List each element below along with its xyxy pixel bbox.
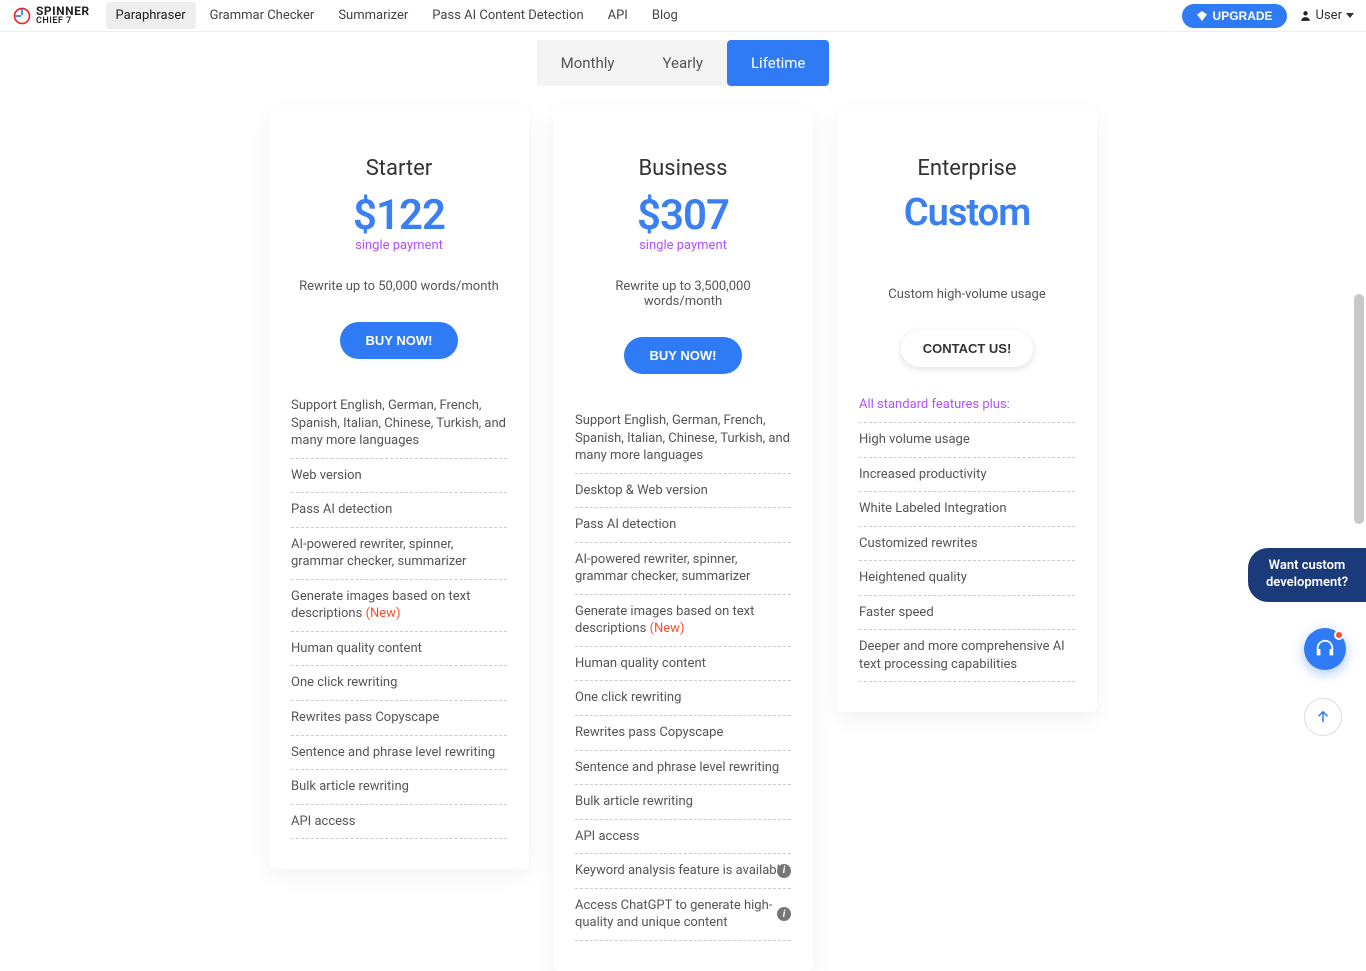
info-icon[interactable]: i (777, 907, 791, 921)
feature-item: Human quality content (291, 632, 507, 667)
nav-api[interactable]: API (598, 2, 638, 29)
feature-item: Pass AI detection (575, 508, 791, 543)
feature-item: Bulk article rewriting (575, 785, 791, 820)
tip-line1: Want custom (1266, 558, 1348, 575)
buy-button-starter[interactable]: BUY NOW! (340, 322, 459, 359)
billing-tabs: Monthly Yearly Lifetime (0, 40, 1366, 86)
contact-button[interactable]: CONTACT US! (901, 330, 1034, 367)
plan-tier: Enterprise (859, 156, 1075, 181)
feature-item: API access (575, 820, 791, 855)
scroll-top-button[interactable] (1304, 698, 1342, 736)
diamond-icon (1196, 10, 1208, 22)
chat-button[interactable] (1304, 628, 1346, 670)
user-icon (1299, 9, 1312, 22)
plan-period: single payment (575, 238, 791, 253)
feature-item: High volume usage (859, 423, 1075, 458)
brand-logo[interactable]: SPINNER CHIEF 7 (12, 5, 90, 26)
nav-grammar-checker[interactable]: Grammar Checker (200, 2, 325, 29)
buy-button-business[interactable]: BUY NOW! (624, 337, 743, 374)
chevron-down-icon (1346, 13, 1354, 18)
feature-item: AI-powered rewriter, spinner, grammar ch… (575, 543, 791, 595)
plan-tier: Business (575, 156, 791, 181)
feature-item: Access ChatGPT to generate high-quality … (575, 889, 791, 941)
tab-monthly[interactable]: Monthly (537, 40, 639, 86)
feature-item: Generate images based on text descriptio… (291, 580, 507, 632)
plus-label: All standard features plus: (859, 397, 1075, 423)
nav-summarizer[interactable]: Summarizer (328, 2, 418, 29)
nav-paraphraser[interactable]: Paraphraser (106, 2, 196, 29)
arrow-up-icon (1314, 708, 1332, 726)
user-menu[interactable]: User (1299, 8, 1354, 23)
pricing-row: Starter $122 single payment Rewrite up t… (0, 110, 1366, 971)
headset-icon (1314, 638, 1336, 660)
upgrade-label: UPGRADE (1213, 9, 1273, 23)
tab-yearly[interactable]: Yearly (638, 40, 726, 86)
feature-item: Increased productivity (859, 458, 1075, 493)
feature-item: Bulk article rewriting (291, 770, 507, 805)
feature-list-enterprise: High volume usage Increased productivity… (859, 423, 1075, 682)
feature-item: Rewrites pass Copyscape (575, 716, 791, 751)
feature-item: Faster speed (859, 596, 1075, 631)
plan-enterprise: Enterprise Custom Custom high-volume usa… (837, 110, 1097, 712)
scrollbar-thumb[interactable] (1354, 294, 1364, 524)
feature-item: Heightened quality (859, 561, 1075, 596)
feature-item: Rewrites pass Copyscape (291, 701, 507, 736)
tip-line2: development? (1266, 575, 1348, 592)
plan-period: single payment (291, 238, 507, 253)
info-icon[interactable]: i (777, 864, 791, 878)
brand-sub: CHIEF 7 (36, 17, 90, 26)
new-tag: (New) (366, 606, 401, 621)
user-label: User (1316, 8, 1342, 23)
content: Monthly Yearly Lifetime Starter $122 sin… (0, 32, 1366, 971)
plan-price: Custom (859, 191, 1075, 235)
feature-item: API access (291, 805, 507, 840)
custom-dev-tip[interactable]: Want custom development? (1248, 548, 1366, 602)
feature-item: Deeper and more comprehensive AI text pr… (859, 630, 1075, 682)
plan-limit: Custom high-volume usage (859, 287, 1075, 302)
feature-item: Generate images based on text descriptio… (575, 595, 791, 647)
feature-item: Human quality content (575, 647, 791, 682)
plan-tier: Starter (291, 156, 507, 181)
feature-item: Pass AI detection (291, 493, 507, 528)
feature-item: White Labeled Integration (859, 492, 1075, 527)
tab-lifetime[interactable]: Lifetime (727, 40, 829, 86)
feature-item: Keyword analysis feature is available i (575, 854, 791, 889)
feature-item: One click rewriting (291, 666, 507, 701)
plan-limit: Rewrite up to 50,000 words/month (291, 279, 507, 294)
plan-business: Business $307 single payment Rewrite up … (553, 110, 813, 971)
header-bar: SPINNER CHIEF 7 Paraphraser Grammar Chec… (0, 0, 1366, 32)
brand-icon (12, 6, 32, 26)
feature-list-business: Support English, German, French, Spanish… (575, 404, 791, 941)
nav-pass-ai[interactable]: Pass AI Content Detection (422, 2, 593, 29)
feature-item: Support English, German, French, Spanish… (575, 404, 791, 474)
feature-item: Customized rewrites (859, 527, 1075, 562)
notification-dot (1334, 630, 1344, 640)
feature-item: Desktop & Web version (575, 474, 791, 509)
upgrade-button[interactable]: UPGRADE (1182, 4, 1287, 28)
main-nav: Paraphraser Grammar Checker Summarizer P… (106, 2, 688, 29)
plan-price: $307 (575, 191, 791, 240)
plan-starter: Starter $122 single payment Rewrite up t… (269, 110, 529, 869)
feature-list-starter: Support English, German, French, Spanish… (291, 389, 507, 839)
feature-item: Sentence and phrase level rewriting (291, 736, 507, 771)
new-tag: (New) (650, 621, 685, 636)
plan-limit: Rewrite up to 3,500,000 words/month (575, 279, 791, 309)
feature-item: Support English, German, French, Spanish… (291, 389, 507, 459)
plan-price: $122 (291, 191, 507, 240)
scrollbar[interactable] (1354, 34, 1364, 766)
feature-item: AI-powered rewriter, spinner, grammar ch… (291, 528, 507, 580)
feature-item: One click rewriting (575, 681, 791, 716)
feature-item: Web version (291, 459, 507, 494)
nav-blog[interactable]: Blog (642, 2, 688, 29)
